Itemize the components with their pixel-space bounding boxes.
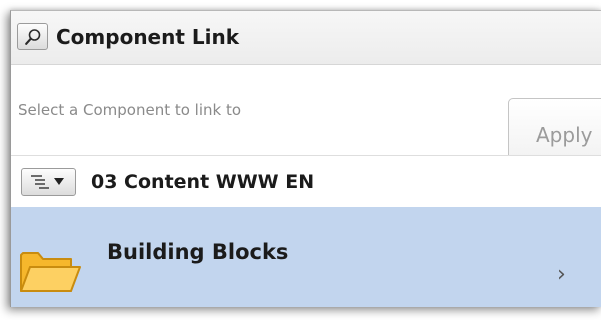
panel-header: Component Link xyxy=(11,11,601,65)
chevron-right-icon: › xyxy=(557,262,566,287)
list-item-building-blocks[interactable]: Building Blocks › xyxy=(11,207,601,307)
component-link-panel: Component Link Apply 03 Content WWW EN B… xyxy=(10,10,601,307)
panel-title: Component Link xyxy=(56,25,240,49)
component-link-input[interactable] xyxy=(11,65,501,155)
tree-view-dropdown-button[interactable] xyxy=(21,168,76,196)
link-row: Apply xyxy=(11,65,601,171)
search-button[interactable] xyxy=(17,23,48,50)
folder-path-row: 03 Content WWW EN xyxy=(11,155,601,207)
tree-view-dropdown-icon xyxy=(31,175,64,189)
magnifier-icon xyxy=(24,28,40,45)
current-folder-title: 03 Content WWW EN xyxy=(91,171,315,193)
list-item-label: Building Blocks xyxy=(107,240,289,264)
folder-icon xyxy=(20,252,81,292)
